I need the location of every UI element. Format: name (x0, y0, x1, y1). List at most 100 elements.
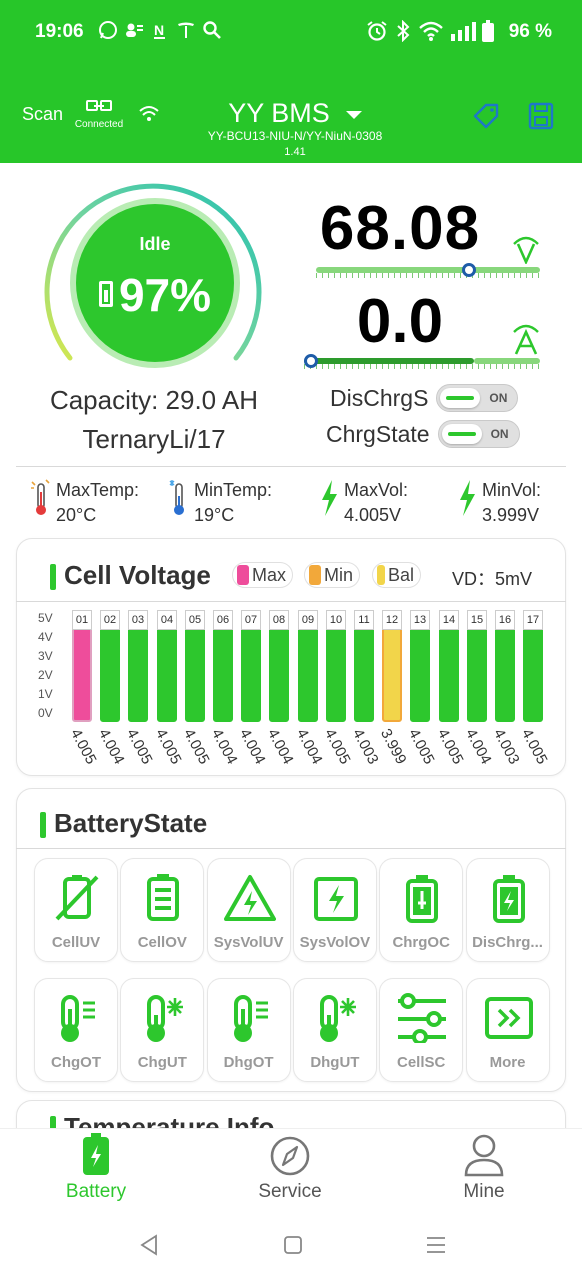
cell-bar: 13 (410, 610, 430, 722)
cell-number: 06 (213, 610, 233, 630)
status-tile[interactable]: DisChrg... (465, 858, 550, 962)
vd-value: 5mV (495, 569, 533, 589)
charge-toggle[interactable]: ON (437, 420, 520, 448)
stat-min-temp: MinTemp: 19°C (168, 478, 272, 532)
status-tile[interactable]: More (465, 978, 550, 1082)
status-tile[interactable]: CellSC (379, 978, 464, 1082)
cell-number: 17 (523, 610, 543, 630)
charge-switch-row: ChrgState ON (326, 419, 520, 449)
status-tile[interactable]: ChgOT (34, 978, 118, 1082)
thermometer-cold-icon (169, 480, 184, 515)
status-tile[interactable]: SysVolOV (292, 858, 377, 962)
status-tile-label: CellSC (397, 1054, 446, 1071)
nav-battery-label: Battery (65, 1181, 127, 1202)
home-icon[interactable] (282, 1234, 304, 1256)
min-vol-value: 3.999V (482, 505, 540, 525)
cell-undervoltage-icon (55, 875, 99, 921)
min-temp-label: MinTemp: (194, 480, 273, 500)
stat-max-vol: MaxVol: 4.005V (318, 478, 408, 532)
status-bar: 19:06 N 96 % (0, 0, 582, 64)
legend-bal: Bal (372, 562, 422, 588)
status-tile[interactable]: DhgOT (206, 978, 291, 1082)
soc-circle: Idle 97% (70, 198, 240, 368)
voltage-slider-knob (462, 263, 476, 277)
capacity-label: Capacity: 29.0 AH (49, 385, 259, 415)
scan-button[interactable]: Scan (22, 104, 63, 125)
recents-icon[interactable] (425, 1234, 447, 1256)
status-tile-label: ChgOT (51, 1054, 101, 1071)
status-tile-label: DhgUT (310, 1054, 360, 1071)
voltage-diff: VD：5mV (452, 565, 532, 591)
charge-toggle-state: ON (490, 427, 509, 441)
cell-bar: 14 (439, 610, 459, 722)
current-value: 0.0 (356, 287, 444, 356)
status-tile-label: ChgUT (137, 1054, 187, 1071)
stat-min-vol: MinVol: 3.999V (456, 478, 541, 532)
contacts-icon (124, 20, 144, 40)
max-temp-value: 20°C (56, 505, 97, 525)
cell-bar: 04 (157, 610, 177, 722)
battery-icon (98, 281, 113, 307)
stat-max-temp: MaxTemp: 20°C (30, 478, 139, 532)
current-slider (304, 354, 540, 369)
compass-icon (270, 1136, 310, 1176)
cell-bar: 17 (523, 610, 543, 722)
cell-number: 15 (467, 610, 487, 630)
link-icon (86, 100, 112, 111)
notification-icons: N (98, 20, 222, 40)
more-icon (484, 997, 533, 1039)
legend-min: Min (304, 562, 361, 588)
cell-bar: 03 (128, 610, 148, 722)
device-selector[interactable]: YY BMS YY-BCU13-NIU-N/YY-NiuN-0308 1.41 (150, 97, 440, 161)
status-tile[interactable]: CellUV (34, 858, 118, 962)
connection-status: Connected (72, 99, 126, 130)
legend-min-label: Min (324, 564, 354, 585)
system-overvoltage-icon (313, 877, 358, 921)
cell-bar: 09 (298, 610, 318, 722)
status-tile-label: CellUV (51, 934, 101, 951)
status-tile[interactable]: DhgUT (292, 978, 377, 1082)
voltage-value: 68.08 (319, 194, 481, 263)
status-tile[interactable]: ChrgOC (379, 858, 464, 962)
status-tile-label: SysVolUV (213, 934, 284, 951)
charge-undertemp-icon (147, 995, 184, 1042)
nfc-icon: N (150, 20, 170, 40)
status-tile-label: CellOV (137, 934, 187, 951)
balance-chip-icon (377, 565, 385, 585)
tesla-icon (176, 20, 196, 40)
cell-number: 12 (382, 610, 402, 630)
min-temp-value: 19°C (194, 505, 235, 525)
cell-number: 11 (354, 610, 374, 630)
cell-number: 05 (185, 610, 205, 630)
max-temp-label: MaxTemp: (56, 480, 140, 500)
back-icon[interactable] (138, 1234, 160, 1256)
device-name: YY-BCU13-NIU-N/YY-NiuN-0308 (207, 129, 383, 143)
cell-number: 04 (157, 610, 177, 630)
status-tile[interactable]: ChgUT (120, 978, 205, 1082)
lightning-icon (322, 480, 337, 516)
status-tile[interactable]: SysVolUV (206, 858, 291, 962)
voltage-slider (316, 263, 540, 278)
thermometer-hot-icon (31, 479, 50, 515)
discharge-toggle[interactable]: ON (436, 384, 519, 412)
cell-bar: 01 (72, 610, 92, 722)
max-vol-value: 4.005V (344, 505, 402, 525)
save-icon[interactable] (528, 102, 554, 130)
app-bar: Scan Connected YY BMS YY-BCU13-NIU-N/YY-… (0, 92, 582, 163)
status-tile[interactable]: CellOV (120, 858, 205, 962)
cell-bar: 12 (382, 610, 402, 722)
discharge-toggle-state: ON (489, 391, 508, 405)
wifi-icon (419, 21, 443, 41)
battery-state-label: Idle (139, 234, 171, 254)
user-icon (464, 1134, 504, 1177)
vd-label: VD： (452, 569, 496, 589)
current-slider-knob (304, 354, 318, 368)
status-tile-label: DhgOT (223, 1054, 274, 1071)
cell-bar: 15 (467, 610, 487, 722)
discharge-undertemp-icon (319, 995, 356, 1042)
battery-state-divider (16, 848, 566, 849)
cell-number: 08 (269, 610, 289, 630)
tag-icon[interactable] (472, 102, 500, 130)
discharge-overtemp-icon (233, 995, 268, 1042)
status-battery-percent: 96 % (508, 21, 552, 42)
